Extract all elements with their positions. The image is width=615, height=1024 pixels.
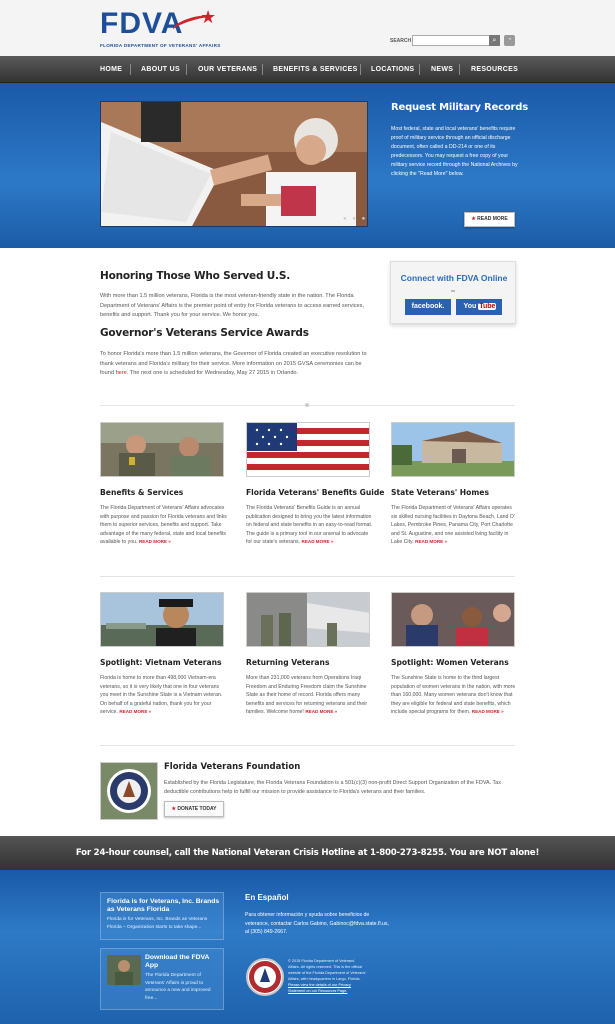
- card-title-benefits-guide: Florida Veterans' Benefits Guide: [246, 488, 385, 497]
- crisis-hotline-banner[interactable]: For 24-hour counsel, call the National V…: [0, 836, 615, 870]
- footer-news-box[interactable]: Florida is for Veterans, Inc. Brands as …: [100, 892, 224, 940]
- card-title-benefits: Benefits & Services: [100, 488, 184, 497]
- facebook-button[interactable]: facebook.: [405, 299, 451, 315]
- intro-title: Honoring Those Who Served U.S.: [100, 270, 290, 282]
- facebook-label: facebook.: [411, 303, 445, 310]
- read-more-link[interactable]: READ MORE »: [305, 709, 337, 714]
- card-text-benefits-guide: The Florida Veterans' Benefits Guide is …: [246, 504, 374, 547]
- youtube-button[interactable]: You Tube: [456, 299, 502, 315]
- nav-home[interactable]: HOME: [100, 56, 122, 83]
- fdva-logo[interactable]: FDVA ★ FLORIDA DEPARTMENT OF VETERANS' A…: [100, 7, 220, 50]
- youtube-label-1: You: [463, 303, 477, 310]
- search-button[interactable]: ⌕: [489, 35, 500, 46]
- card-text-vietnam: Florida is home to more than 498,000 Vie…: [100, 674, 228, 717]
- copyright-text: © 2015 Florida Department of Veterans' A…: [288, 958, 366, 994]
- card-text-returning: More than 231,000 veterans from Operatio…: [246, 674, 374, 717]
- fdva-seal-icon: [246, 958, 284, 996]
- awards-title: Governor's Veterans Service Awards: [100, 327, 309, 339]
- hero-title: Request Military Records: [391, 102, 528, 113]
- card-title-state-homes: State Veterans' Homes: [391, 488, 489, 497]
- logo-text: FDVA: [100, 7, 184, 40]
- search-label: SEARCH: [390, 38, 412, 44]
- privacy-link[interactable]: Please view the details of our Privacy S…: [288, 983, 351, 993]
- card-image-benefits-guide[interactable]: [246, 422, 370, 477]
- foundation-seal-image[interactable]: [100, 762, 158, 820]
- card-image-women[interactable]: [391, 592, 515, 647]
- footer-news-title: Florida is for Veterans, Inc. Brands as …: [107, 898, 220, 913]
- rss-button[interactable]: ◔: [504, 35, 515, 46]
- footer-app-text: The Florida Department of Veterans' Affa…: [145, 973, 211, 1001]
- connect-divider: [451, 290, 455, 292]
- hero-banner: Request Military Records Most federal, s…: [0, 83, 615, 248]
- section-divider: [100, 576, 515, 577]
- nav-benefits-services[interactable]: BENEFITS & SERVICES: [273, 56, 358, 83]
- card-text-state-homes: The Florida Department of Veterans' Affa…: [391, 504, 519, 547]
- card-text-benefits: The Florida Department of Veterans' Affa…: [100, 504, 228, 547]
- star-icon: ★: [171, 806, 176, 812]
- connect-box: Connect with FDVA Online facebook. You Tu…: [390, 261, 516, 324]
- divider-dot: [305, 403, 309, 407]
- card-image-returning[interactable]: [246, 592, 370, 647]
- youtube-label-2: Tube: [478, 303, 497, 310]
- espanol-title: En Español: [245, 893, 289, 902]
- card-text-women: The Sunshine State is home to the third …: [391, 674, 519, 717]
- read-more-link[interactable]: READ MORE »: [415, 539, 447, 544]
- read-more-link[interactable]: READ MORE »: [472, 709, 504, 714]
- card-title-women: Spotlight: Women Veterans: [391, 658, 509, 667]
- footer-app-title: Download the FDVA App: [145, 954, 210, 969]
- donate-label: DONATE TODAY: [177, 806, 217, 812]
- connect-title: Connect with FDVA Online: [400, 273, 508, 283]
- app-image: [107, 955, 141, 985]
- section-divider: [100, 745, 515, 746]
- search-icon: ⌕: [492, 37, 497, 44]
- card-image-benefits[interactable]: [100, 422, 224, 477]
- read-more-link[interactable]: READ MORE »: [139, 539, 171, 544]
- awards-text-part2: . The next one is scheduled for Wednesda…: [126, 370, 299, 376]
- nav-separator: [459, 64, 460, 75]
- hero-slide-image[interactable]: [100, 101, 368, 227]
- read-more-label: READ MORE: [477, 216, 508, 222]
- foundation-text: Established by the Florida Legislature, …: [164, 780, 501, 795]
- donate-button[interactable]: ★ DONATE TODAY: [164, 801, 224, 817]
- main-nav: HOME ABOUT US OUR VETERANS BENEFITS & SE…: [0, 56, 615, 83]
- intro-text: With more than 1.5 million veterans, Flo…: [100, 293, 364, 318]
- nav-locations[interactable]: LOCATIONS: [371, 56, 414, 83]
- slider-dots[interactable]: ● ● ●: [343, 216, 367, 222]
- nav-separator: [419, 64, 420, 75]
- read-more-link[interactable]: READ MORE »: [119, 709, 151, 714]
- star-icon: ★: [200, 7, 217, 27]
- card-image-state-homes[interactable]: [391, 422, 515, 477]
- nav-resources[interactable]: RESOURCES: [471, 56, 518, 83]
- awards-text: To honor Florida's more than 1.5 million…: [100, 350, 372, 379]
- star-icon: ★: [471, 216, 476, 222]
- nav-news[interactable]: NEWS: [431, 56, 453, 83]
- hero-read-more-button[interactable]: ★ READ MORE: [464, 212, 515, 227]
- footer: [0, 870, 615, 1024]
- footer-news-text: Florida is for Veterans, Inc. Brands as …: [107, 917, 208, 930]
- hero-text: Most federal, state and local veterans' …: [391, 126, 518, 177]
- footer-app-box[interactable]: Download the FDVA App The Florida Depart…: [100, 948, 224, 1010]
- awards-here-link[interactable]: here: [116, 370, 127, 376]
- read-more-link[interactable]: READ MORE »: [302, 539, 334, 544]
- copyright-body: © 2015 Florida Department of Veterans' A…: [288, 959, 366, 981]
- nav-separator: [130, 64, 131, 75]
- card-title-vietnam: Spotlight: Vietnam Veterans: [100, 658, 222, 667]
- logo-subtitle: FLORIDA DEPARTMENT OF VETERANS' AFFAIRS: [100, 43, 221, 48]
- nav-about-us[interactable]: ABOUT US: [141, 56, 180, 83]
- header: FDVA ★ FLORIDA DEPARTMENT OF VETERANS' A…: [0, 0, 615, 56]
- nav-our-veterans[interactable]: OUR VETERANS: [198, 56, 257, 83]
- foundation-title: Florida Veterans Foundation: [164, 762, 301, 772]
- card-title-returning: Returning Veterans: [246, 658, 330, 667]
- nav-separator: [360, 64, 361, 75]
- search-input[interactable]: [412, 35, 490, 46]
- card-image-vietnam[interactable]: [100, 592, 224, 647]
- rss-icon: ◔: [507, 37, 512, 43]
- card-body: The Florida Department of Veterans' Affa…: [391, 505, 515, 546]
- nav-separator: [262, 64, 263, 75]
- espanol-text: Para obtener información y ayuda sobre b…: [245, 912, 389, 936]
- nav-separator: [186, 64, 187, 75]
